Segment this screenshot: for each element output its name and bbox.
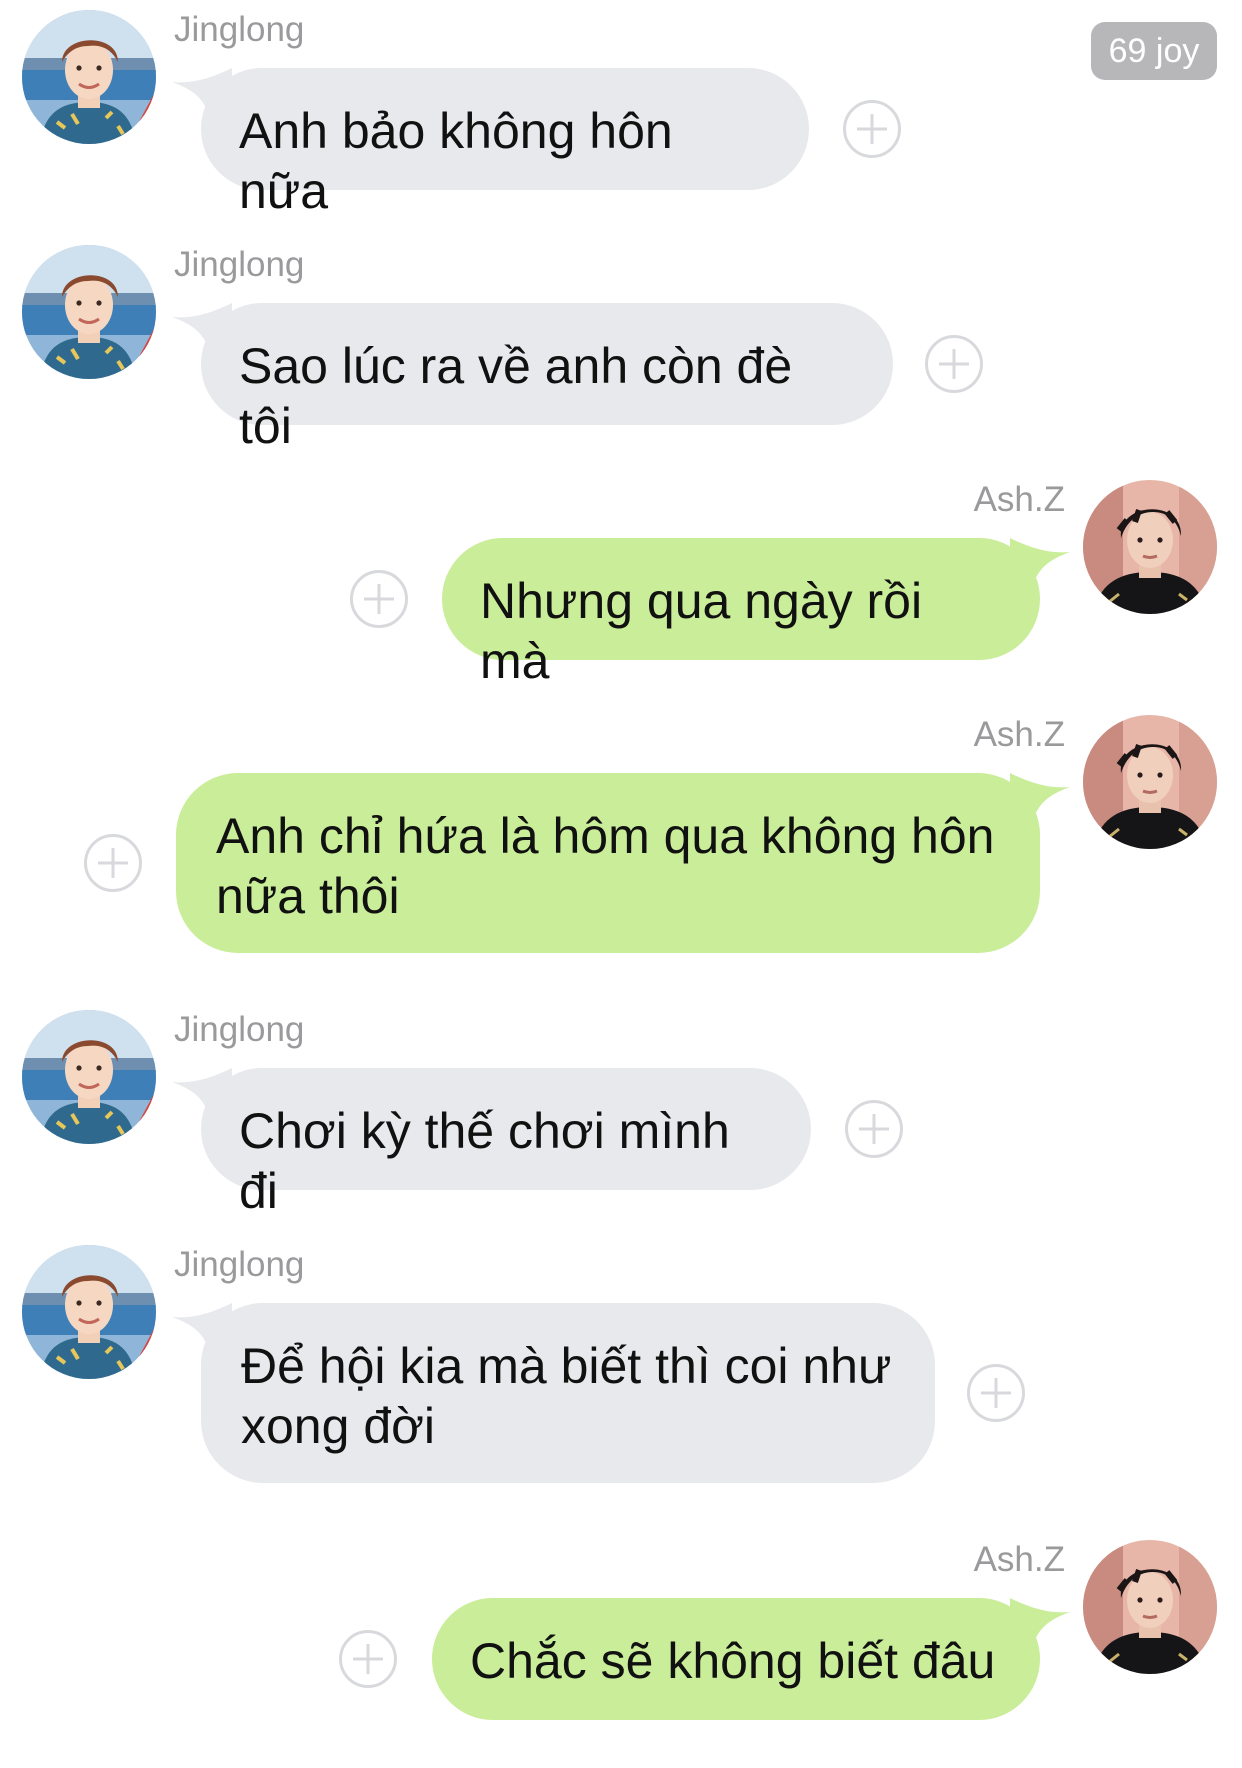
avatar-image (22, 1245, 156, 1379)
avatar-image (1083, 715, 1217, 849)
plus-circle-icon[interactable] (339, 1630, 397, 1688)
sender-name: Ash.Z (973, 715, 1065, 754)
avatar-image (1083, 480, 1217, 614)
plus-circle-icon[interactable] (845, 1100, 903, 1158)
sender-name: Jinglong (174, 1010, 305, 1049)
avatar-jinglong[interactable] (22, 1010, 156, 1144)
sender-name: Jinglong (174, 1245, 305, 1284)
avatar-image (22, 1010, 156, 1144)
sender-name: Ash.Z (973, 480, 1065, 519)
avatar-image (22, 10, 156, 144)
avatar-ash-z[interactable] (1083, 480, 1217, 614)
joy-badge: 69 joy (1091, 22, 1217, 80)
message-bubble[interactable]: Anh bảo không hôn nữa (201, 68, 809, 219)
avatar-ash-z[interactable] (1083, 715, 1217, 849)
avatar-ash-z[interactable] (1083, 1540, 1217, 1674)
plus-circle-icon[interactable] (84, 834, 142, 892)
message-bubble[interactable]: Nhưng qua ngày rồi mà (442, 538, 1040, 689)
plus-circle-icon[interactable] (967, 1364, 1025, 1422)
message-bubble[interactable]: Sao lúc ra về anh còn đè tôi (201, 303, 893, 454)
message-bubble[interactable]: Chắc sẽ không biết đâu (432, 1598, 1040, 1720)
plus-circle-icon[interactable] (843, 100, 901, 158)
avatar-jinglong[interactable] (22, 10, 156, 144)
avatar-jinglong[interactable] (22, 1245, 156, 1379)
avatar-image (22, 245, 156, 379)
sender-name: Jinglong (174, 10, 305, 49)
message-bubble[interactable]: Chơi kỳ thế chơi mình đi (201, 1068, 811, 1219)
message-bubble[interactable]: Anh chỉ hứa là hôm qua không hôn nữa thô… (176, 773, 1040, 953)
avatar-jinglong[interactable] (22, 245, 156, 379)
message-bubble[interactable]: Để hội kia mà biết thì coi như xong đời (201, 1303, 935, 1483)
sender-name: Jinglong (174, 245, 305, 284)
plus-circle-icon[interactable] (350, 570, 408, 628)
sender-name: Ash.Z (973, 1540, 1065, 1579)
avatar-image (1083, 1540, 1217, 1674)
plus-circle-icon[interactable] (925, 335, 983, 393)
